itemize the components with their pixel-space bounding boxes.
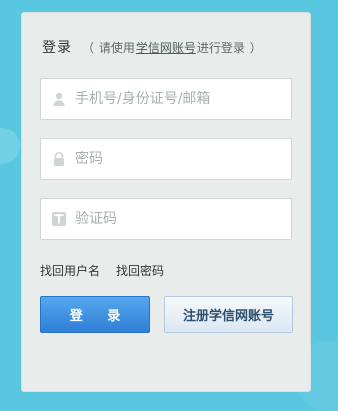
captcha-field <box>40 198 292 240</box>
captcha-input[interactable] <box>75 199 291 239</box>
username-input[interactable] <box>75 79 291 119</box>
login-hint: （ 请使用学信网账号进行登录 ） <box>82 39 262 56</box>
hint-prefix: 请使用 <box>98 41 135 55</box>
lock-icon <box>50 150 68 168</box>
recover-password-link[interactable]: 找回密码 <box>116 262 164 279</box>
password-field <box>40 138 292 180</box>
hint-suffix: 进行登录 <box>196 41 245 55</box>
login-title: 登录 <box>42 40 72 56</box>
account-recovery-links: 找回用户名 找回密码 <box>40 262 164 279</box>
password-input[interactable] <box>75 139 291 179</box>
login-header: 登录 （ 请使用学信网账号进行登录 ） <box>42 37 298 57</box>
register-button[interactable]: 注册学信网账号 <box>164 296 293 333</box>
background-bubble <box>0 128 20 164</box>
user-icon <box>50 90 68 108</box>
recover-username-link[interactable]: 找回用户名 <box>40 262 100 279</box>
login-button[interactable]: 登 录 <box>40 296 150 333</box>
captcha-icon <box>50 210 68 228</box>
login-panel: 登录 （ 请使用学信网账号进行登录 ） 手机号/身份证号/邮箱 验证码 找回用户… <box>21 12 311 392</box>
hint-open-paren: （ <box>82 41 95 55</box>
xuexin-account-link[interactable]: 学信网账号 <box>136 41 196 55</box>
username-field <box>40 78 292 120</box>
hint-close-paren: ） <box>249 41 262 55</box>
